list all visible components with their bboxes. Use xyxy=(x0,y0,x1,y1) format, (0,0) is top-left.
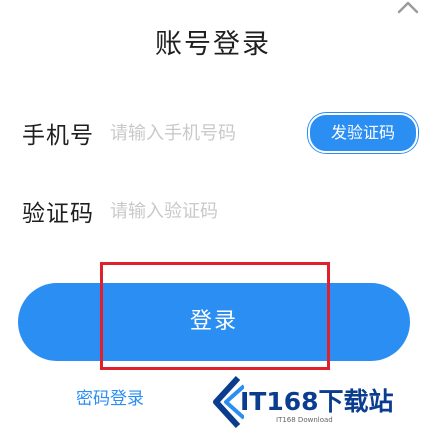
verification-code-input[interactable] xyxy=(110,198,300,224)
watermark: IT168下载站 IT168 Download xyxy=(204,368,426,434)
page-title: 账号登录 xyxy=(155,29,271,60)
send-code-button[interactable]: 发验证码 xyxy=(308,113,418,153)
watermark-subtitle: IT168 Download xyxy=(276,416,333,424)
phone-input[interactable] xyxy=(110,120,300,146)
code-field-row: 验证码 xyxy=(22,190,412,230)
code-field-label: 验证码 xyxy=(22,201,94,227)
watermark-brand: IT168下载站 xyxy=(240,387,394,416)
password-login-link[interactable]: 密码登录 xyxy=(76,384,144,409)
watermark-logo-icon xyxy=(213,375,244,429)
phone-field-row: 手机号 发验证码 xyxy=(22,112,418,153)
phone-field-label: 手机号 xyxy=(22,123,94,149)
chevron-up-icon[interactable] xyxy=(396,0,420,16)
login-button[interactable]: 登录 xyxy=(18,283,410,361)
